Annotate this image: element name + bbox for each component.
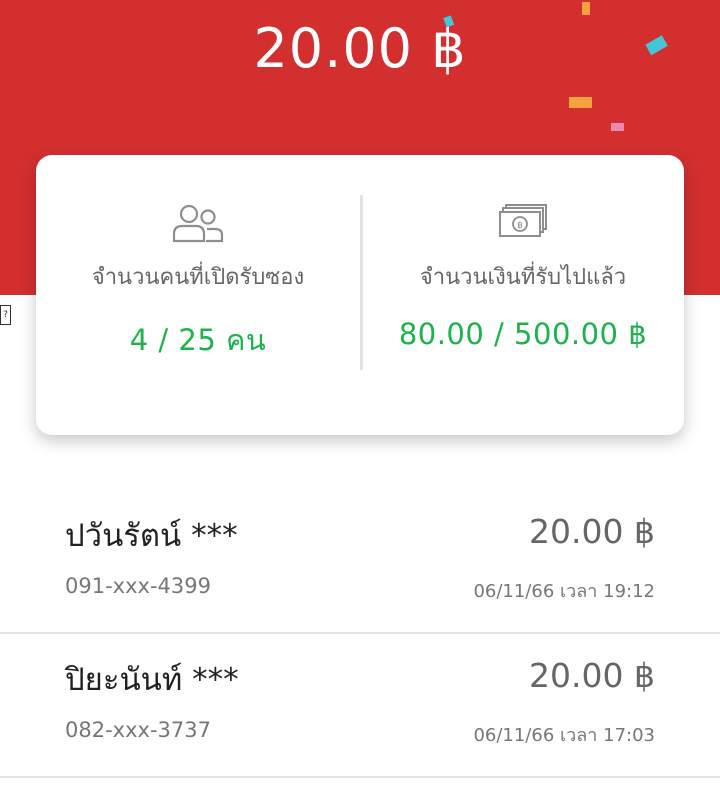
people-label: จำนวนคนที่เปิดรับซอง (91, 265, 305, 290)
confetti-icon (569, 97, 592, 108)
confetti-icon (611, 123, 624, 131)
banknote-icon: ฿ (499, 204, 547, 237)
money-label: จำนวนเงินที่รับไปแล้ว (419, 265, 627, 290)
svg-text:฿: ฿ (517, 221, 523, 231)
people-value: 4 / 25 คน (129, 323, 267, 357)
recipient-time: 06/11/66 เวลา 17:03 (473, 725, 655, 746)
recipient-list: ปวันรัตน์ *** 091-xxx-4399 20.00 ฿ 06/11… (0, 490, 720, 778)
people-icon (172, 204, 224, 243)
recipient-amount: 20.00 ฿ (529, 656, 655, 695)
missing-glyph-icon: ? (0, 305, 11, 325)
money-stat: ฿ จำนวนเงินที่รับไปแล้ว 80.00 / 500.00 ฿ (361, 155, 685, 435)
recipient-amount: 20.00 ฿ (529, 512, 655, 551)
people-stat: จำนวนคนที่เปิดรับซอง 4 / 25 คน (36, 155, 360, 435)
recipient-name: ปิยะนันท์ *** (65, 662, 239, 698)
confetti-icon (645, 35, 668, 56)
recipient-phone: 091-xxx-4399 (65, 574, 211, 598)
recipient-name: ปวันรัตน์ *** (65, 518, 238, 554)
recipient-phone: 082-xxx-3737 (65, 718, 211, 742)
confetti-icon (582, 2, 590, 15)
summary-card: จำนวนคนที่เปิดรับซอง 4 / 25 คน ฿ จำนวนเง… (36, 155, 684, 435)
list-item[interactable]: ปิยะนันท์ *** 082-xxx-3737 20.00 ฿ 06/11… (0, 634, 720, 778)
confetti-icon (443, 15, 455, 28)
received-amount: 20.00 ฿ (253, 17, 467, 80)
recipient-time: 06/11/66 เวลา 19:12 (473, 581, 655, 602)
money-value: 80.00 / 500.00 ฿ (398, 317, 648, 351)
list-item[interactable]: ปวันรัตน์ *** 091-xxx-4399 20.00 ฿ 06/11… (0, 490, 720, 634)
